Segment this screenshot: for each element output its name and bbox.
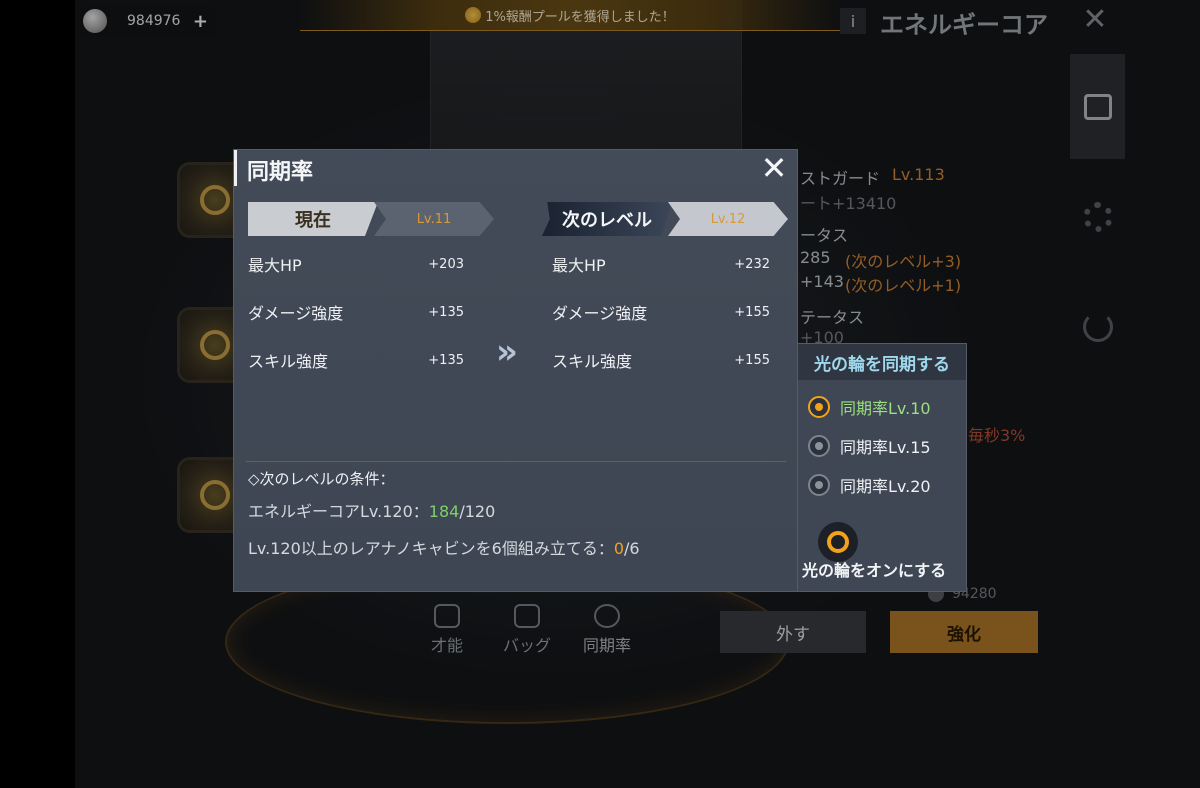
current-level: Lv.11 bbox=[374, 202, 494, 236]
condition-cabin-count: Lv.120以上のレアナノキャビンを6個組み立てる：0/6 bbox=[248, 535, 640, 559]
sync-option-lv15[interactable]: 同期率Lv.15 bbox=[808, 433, 931, 459]
condition-text: Lv.120以上のレアナノキャビンを6個組み立てる： bbox=[248, 539, 614, 558]
next-stat-row: スキル強度 +155 bbox=[552, 348, 770, 372]
close-button[interactable]: ✕ bbox=[759, 152, 789, 184]
current-stat-row: スキル強度 +135 bbox=[248, 348, 464, 372]
stat-value: +155 bbox=[734, 304, 770, 320]
radio-icon bbox=[808, 474, 830, 496]
dialog-title: 同期率 bbox=[247, 160, 314, 185]
condition-progress: 184 bbox=[428, 502, 460, 521]
condition-requirement: /120 bbox=[459, 502, 496, 521]
sync-rate-dialog: 同期率 ✕ 現在 Lv.11 最大HP +203 ダメージ強度 +135 スキル… bbox=[234, 150, 797, 591]
stat-value: +232 bbox=[734, 256, 770, 272]
next-level: Lv.12 bbox=[668, 202, 788, 236]
condition-core-level: エネルギーコアLv.120：184/120 bbox=[248, 498, 495, 522]
divider bbox=[246, 461, 786, 462]
stat-name: 最大HP bbox=[248, 256, 302, 275]
sync-option-lv10[interactable]: 同期率Lv.10 bbox=[808, 394, 931, 420]
radio-selected-icon bbox=[808, 396, 830, 418]
sync-option-label: 同期率Lv.10 bbox=[840, 399, 931, 418]
sync-panel-title: 光の輪を同期する bbox=[798, 344, 966, 380]
condition-text: エネルギーコアLv.120： bbox=[248, 502, 429, 521]
game-screen: 984976 + 1%報酬プールを獲得しました！ i エネルギーコア ✕ ストガ… bbox=[0, 0, 1200, 788]
next-stat-row: ダメージ強度 +155 bbox=[552, 300, 770, 324]
next-label: 次のレベル bbox=[542, 202, 672, 236]
stat-value: +155 bbox=[734, 352, 770, 368]
light-ring-icon[interactable] bbox=[818, 522, 858, 562]
condition-progress: 0 bbox=[613, 539, 625, 558]
stat-value: +203 bbox=[428, 256, 464, 272]
current-stat-row: 最大HP +203 bbox=[248, 252, 464, 276]
stat-name: 最大HP bbox=[552, 256, 606, 275]
condition-requirement: /6 bbox=[624, 539, 640, 558]
stat-value: +135 bbox=[428, 304, 464, 320]
sync-option-label: 同期率Lv.15 bbox=[840, 438, 931, 457]
next-stat-row: 最大HP +232 bbox=[552, 252, 770, 276]
sync-option-label: 同期率Lv.20 bbox=[840, 477, 931, 496]
current-label: 現在 bbox=[248, 202, 378, 236]
dialog-header: 同期率 ✕ bbox=[234, 150, 800, 186]
stat-name: スキル強度 bbox=[248, 352, 329, 371]
activate-ring-button[interactable]: 光の輪をオンにする bbox=[802, 557, 946, 581]
stat-value: +135 bbox=[428, 352, 464, 368]
sync-option-lv20[interactable]: 同期率Lv.20 bbox=[808, 472, 931, 498]
double-chevron-right-icon: » bbox=[496, 332, 518, 372]
current-level-tag: 現在 Lv.11 bbox=[248, 202, 496, 236]
stat-name: ダメージ強度 bbox=[248, 304, 344, 323]
next-level-tag: 次のレベル Lv.12 bbox=[542, 202, 790, 236]
conditions-title: ◇次のレベルの条件： bbox=[248, 470, 395, 488]
stat-name: スキル強度 bbox=[552, 352, 633, 371]
light-ring-sync-panel: 光の輪を同期する 同期率Lv.10 同期率Lv.15 同期率Lv.20 光の輪を… bbox=[798, 344, 966, 591]
stat-name: ダメージ強度 bbox=[552, 304, 648, 323]
current-stat-row: ダメージ強度 +135 bbox=[248, 300, 464, 324]
radio-icon bbox=[808, 435, 830, 457]
